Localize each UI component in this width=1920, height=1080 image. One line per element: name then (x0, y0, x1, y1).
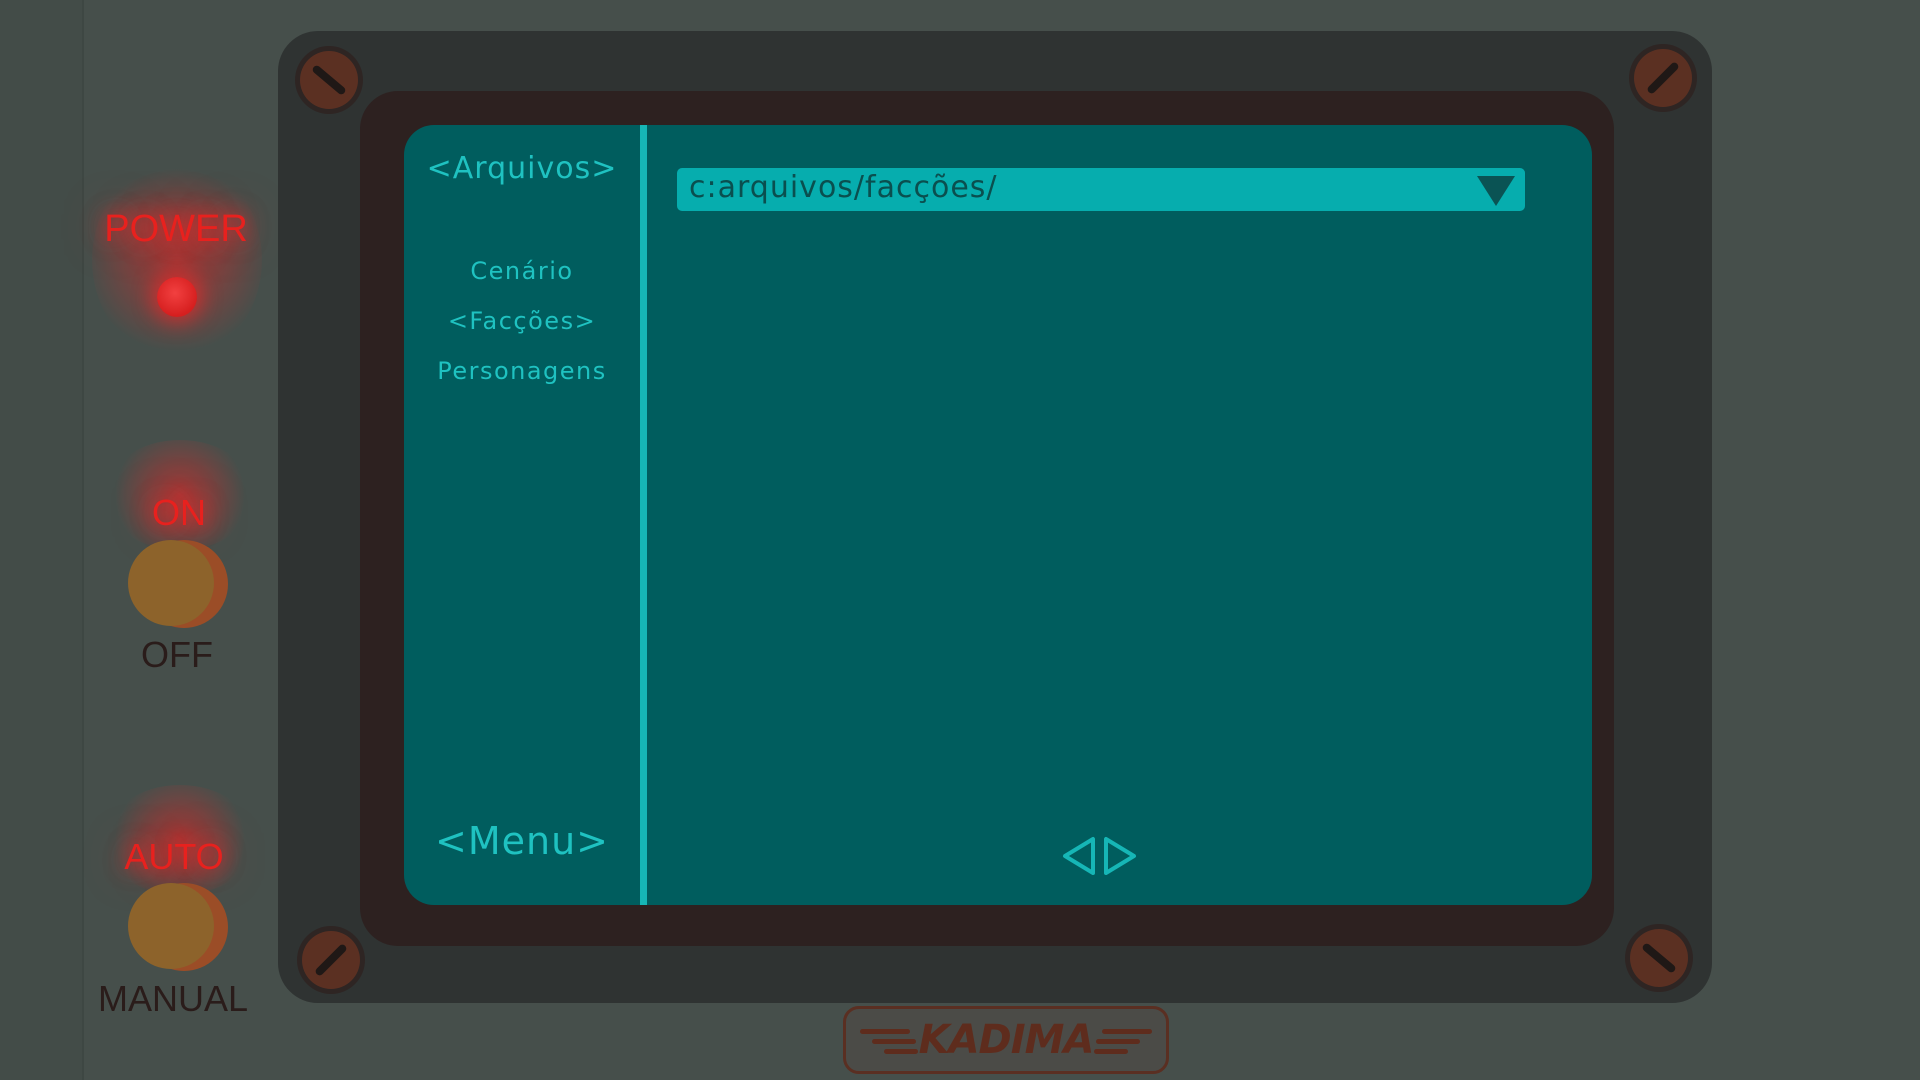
sidebar-item-faccoes[interactable]: <Facções> (404, 307, 640, 335)
power-label: POWER (104, 208, 248, 250)
power-indicator-led (157, 277, 197, 317)
toggle-knob (128, 540, 214, 626)
path-dropdown[interactable]: c:arquivos/facções/ (677, 168, 1525, 211)
screen: <Arquivos> Cenário <Facções> Personagens… (404, 125, 1592, 905)
power-glow (92, 160, 262, 360)
triangle-down-icon[interactable] (1477, 176, 1515, 206)
brand-logo-text: KADIMA (918, 1017, 1095, 1063)
toggle-knob (128, 883, 214, 969)
sidebar: <Arquivos> Cenário <Facções> Personagens… (404, 125, 640, 905)
wall-seam (82, 0, 84, 1080)
screw-bottom-right (1625, 924, 1693, 992)
sidebar-divider (640, 125, 647, 905)
menu-button[interactable]: <Menu> (404, 819, 640, 863)
on-label: ON (152, 492, 206, 533)
manual-label: MANUAL (97, 978, 249, 1019)
wall-left-panel (0, 0, 82, 1080)
power-toggle-switch[interactable] (128, 540, 228, 632)
sidebar-item-cenario[interactable]: Cenário (404, 257, 640, 285)
auto-label: AUTO (124, 836, 224, 877)
path-text: c:arquivos/facções/ (689, 170, 998, 205)
triangle-right-icon[interactable] (1101, 835, 1139, 877)
monitor-housing: <Arquivos> Cenário <Facções> Personagens… (278, 31, 1712, 1003)
mode-toggle-switch[interactable] (128, 883, 228, 975)
screw-top-left (295, 46, 363, 114)
sidebar-title: <Arquivos> (426, 151, 618, 186)
brand-logo-plate: KADIMA (843, 1006, 1169, 1074)
screen-bezel: <Arquivos> Cenário <Facções> Personagens… (360, 91, 1614, 946)
off-label: OFF (141, 634, 213, 675)
screw-top-right (1629, 44, 1697, 112)
sidebar-item-personagens[interactable]: Personagens (404, 357, 640, 385)
triangle-left-icon[interactable] (1060, 835, 1098, 877)
screw-bottom-left (297, 926, 365, 994)
